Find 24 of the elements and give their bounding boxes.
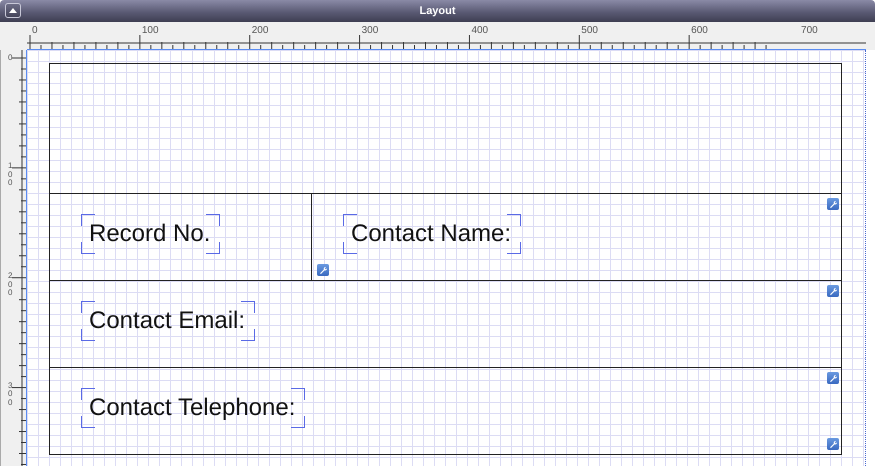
field-label: Contact Telephone: [81, 388, 306, 428]
ruler-label: 200 [252, 26, 268, 36]
wrench-icon[interactable] [827, 438, 839, 450]
ruler-label: 300 [362, 26, 378, 36]
ruler-label: 0 [32, 26, 38, 36]
ruler-label: 200 [8, 272, 14, 298]
triangle-up-icon [9, 8, 17, 13]
wrench-icon[interactable] [827, 372, 839, 384]
wrench-icon[interactable] [827, 285, 839, 297]
ruler-label: 300 [8, 382, 14, 408]
ruler-label: 100 [142, 26, 159, 36]
ruler-label: 100 [8, 162, 14, 188]
field-label: Contact Email: [81, 301, 256, 341]
wrench-icon[interactable] [827, 198, 839, 210]
ruler-label: 400 [471, 26, 488, 36]
ruler-label: 600 [691, 26, 708, 36]
wrench-icon[interactable] [317, 264, 329, 276]
collapse-button[interactable] [5, 3, 21, 18]
field-label: Contact Name: [343, 214, 522, 254]
ruler-label: 700 [801, 26, 818, 36]
ruler-label: 500 [581, 26, 598, 36]
ruler-label: 0 [8, 54, 14, 63]
window-title: Layout [419, 5, 456, 17]
field-label: Record No. [81, 214, 220, 254]
